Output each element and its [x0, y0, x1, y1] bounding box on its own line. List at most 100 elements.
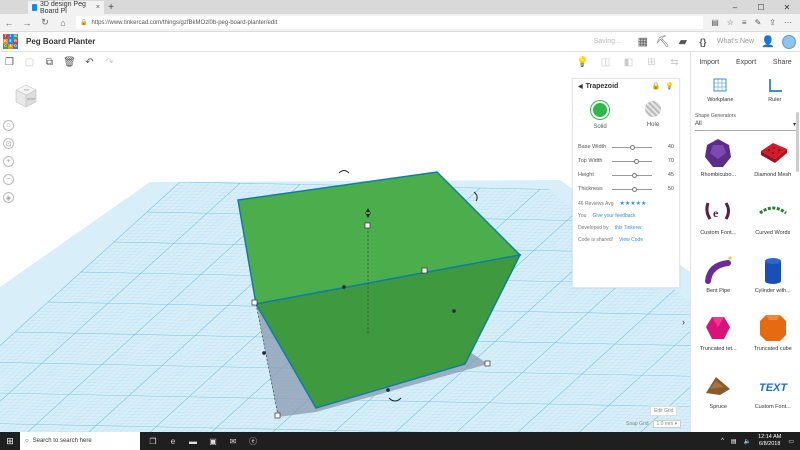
view-cube[interactable]: TOP FRONT — [12, 82, 40, 110]
favorite-star-icon[interactable]: ☆ — [727, 18, 734, 27]
param-value[interactable]: 50 — [668, 186, 674, 192]
snap-grid-select[interactable]: 1.0 mm ▾ — [652, 420, 682, 428]
code-blocks-icon[interactable]: {} — [697, 36, 709, 48]
rotate-top-icon[interactable] — [338, 170, 350, 174]
share-icon[interactable]: ⇪ — [769, 18, 776, 27]
slider-knob[interactable] — [629, 144, 635, 150]
windows-start-icon[interactable]: ⊞ — [0, 436, 20, 447]
taskbar-search[interactable]: ○ Search to search here — [20, 432, 140, 450]
home-view-icon[interactable]: ⌂ — [3, 120, 14, 131]
more-icon[interactable]: ⋯ — [784, 18, 792, 27]
shape-tile[interactable]: Curved Words — [746, 195, 800, 243]
briefcase-icon[interactable]: ▰ — [677, 36, 689, 48]
ungroup-icon[interactable]: ◧ — [623, 57, 634, 68]
lock-icon[interactable]: 🔒 — [652, 82, 661, 90]
solid-option[interactable]: Solid — [591, 101, 609, 130]
shape-tile[interactable]: Cylinder with... — [746, 253, 800, 301]
shape-tile[interactable]: Diamond Mesh — [746, 137, 800, 185]
pickaxe-icon[interactable]: ⛏ — [656, 36, 670, 48]
shape-tile[interactable]: Truncated cube — [746, 311, 800, 359]
whats-new-link[interactable]: What's New — [717, 38, 754, 45]
edge-icon[interactable]: e — [168, 436, 178, 446]
visibility-icon[interactable]: 💡 — [576, 57, 588, 68]
slider-knob[interactable] — [633, 158, 639, 164]
mail-icon[interactable]: ✉ — [228, 436, 238, 446]
edge-active-icon[interactable]: ⓔ — [248, 436, 258, 446]
param-slider[interactable] — [612, 144, 652, 150]
param-slider[interactable] — [612, 158, 652, 164]
perspective-icon[interactable]: ◈ — [3, 192, 14, 203]
tray-up-icon[interactable]: ^ — [721, 438, 724, 444]
store-icon[interactable]: ▣ — [208, 436, 218, 446]
grid-view-icon[interactable]: ▦ — [637, 36, 649, 48]
reading-view-icon[interactable]: ▤ — [711, 18, 719, 27]
developer-link[interactable]: this Tinkerer — [615, 225, 642, 231]
shape-tile[interactable]: TEXT Custom Font... — [746, 369, 800, 417]
workplane-tool[interactable]: Workplane — [707, 78, 733, 103]
param-slider[interactable] — [612, 186, 652, 192]
hole-swatch[interactable] — [645, 101, 661, 117]
shape-tile[interactable]: Rhombicubo... — [691, 137, 746, 185]
taskbar-clock[interactable]: 12:14 AM 6/8/2018 — [758, 434, 781, 448]
minimize-button[interactable]: – — [722, 0, 748, 14]
project-title[interactable]: Peg Board Planter — [26, 37, 95, 46]
collapse-caret-icon[interactable]: ◀ — [578, 83, 583, 90]
browser-tab[interactable]: 3D design Peg Board Pl × — [28, 1, 104, 15]
mirror-icon[interactable]: ⇆ — [669, 57, 680, 68]
zoom-in-icon[interactable]: + — [3, 156, 14, 167]
shape-tile[interactable]: Truncated tet... — [691, 311, 746, 359]
param-value[interactable]: 40 — [668, 144, 674, 150]
align-icon[interactable]: ⊞ — [646, 57, 657, 68]
tab-close-icon[interactable]: × — [96, 4, 100, 11]
redo-icon[interactable]: ↷ — [104, 57, 115, 68]
slider-knob[interactable] — [631, 172, 637, 178]
home-icon[interactable]: ⌂ — [58, 18, 68, 28]
hub-icon[interactable]: ≡ — [742, 18, 747, 27]
back-icon[interactable]: ← — [4, 18, 14, 28]
ruler-tool[interactable]: Ruler — [766, 78, 784, 103]
slider-knob[interactable] — [631, 186, 637, 192]
zoom-out-icon[interactable]: − — [3, 174, 14, 185]
close-window-button[interactable]: ✕ — [774, 0, 800, 14]
undo-icon[interactable]: ↶ — [84, 57, 95, 68]
user-add-icon[interactable]: 👤 — [761, 36, 775, 48]
tinkercad-logo[interactable]: TINKERCAD — [3, 34, 18, 49]
new-tab-button[interactable]: + — [104, 1, 118, 14]
maximize-button[interactable]: ☐ — [748, 0, 774, 14]
forward-icon[interactable]: → — [22, 18, 32, 28]
share-button[interactable]: Share — [773, 59, 792, 66]
file-explorer-icon[interactable]: ▬ — [188, 436, 198, 446]
shape-tile[interactable]: Spruce — [691, 369, 746, 417]
param-value[interactable]: 70 — [668, 158, 674, 164]
shape-filter-select[interactable]: All ▾ — [695, 121, 796, 131]
delete-icon[interactable]: 🗑 — [63, 57, 76, 68]
network-icon[interactable]: ▤ — [731, 438, 737, 445]
url-field[interactable]: 🔒 https://www.tinkercad.com/things/gzfBk… — [76, 16, 704, 29]
3d-workspace[interactable]: TOP FRONT ⌂ ⊡ + − ◈ ◀ Trapezoid 🔒 💡 Soli… — [0, 72, 690, 432]
panel-collapse-chevron-icon[interactable]: › — [682, 317, 690, 333]
fit-view-icon[interactable]: ⊡ — [3, 138, 14, 149]
import-button[interactable]: Import — [699, 59, 719, 66]
copy-icon[interactable]: ❐ — [4, 57, 15, 68]
avatar[interactable] — [782, 34, 796, 49]
group-icon[interactable]: ◫ — [600, 57, 611, 68]
shape-tile[interactable]: e Custom Font... — [691, 195, 746, 243]
param-value[interactable]: 45 — [668, 172, 674, 178]
shape-tile[interactable]: Bent Pipe — [691, 253, 746, 301]
notes-icon[interactable]: ✎ — [755, 18, 762, 27]
view-code-link[interactable]: View Code — [619, 237, 643, 243]
param-slider[interactable] — [612, 172, 652, 178]
paste-icon[interactable]: ▢ — [24, 57, 35, 68]
export-button[interactable]: Export — [736, 59, 756, 66]
feedback-link[interactable]: Give your feedback — [592, 213, 635, 219]
solid-color-swatch[interactable] — [591, 101, 609, 119]
panel-scrollbar[interactable] — [796, 112, 799, 172]
edit-grid-button[interactable]: Edit Grid — [650, 406, 678, 416]
volume-icon[interactable]: 🔈 — [744, 438, 751, 445]
duplicate-icon[interactable]: ⧉ — [44, 57, 55, 68]
hole-option[interactable]: Hole — [645, 101, 661, 130]
light-bulb-icon[interactable]: 💡 — [665, 82, 674, 90]
task-view-icon[interactable]: ❐ — [148, 436, 158, 446]
refresh-icon[interactable]: ↻ — [40, 17, 50, 28]
notifications-icon[interactable]: ▭ — [788, 438, 794, 445]
